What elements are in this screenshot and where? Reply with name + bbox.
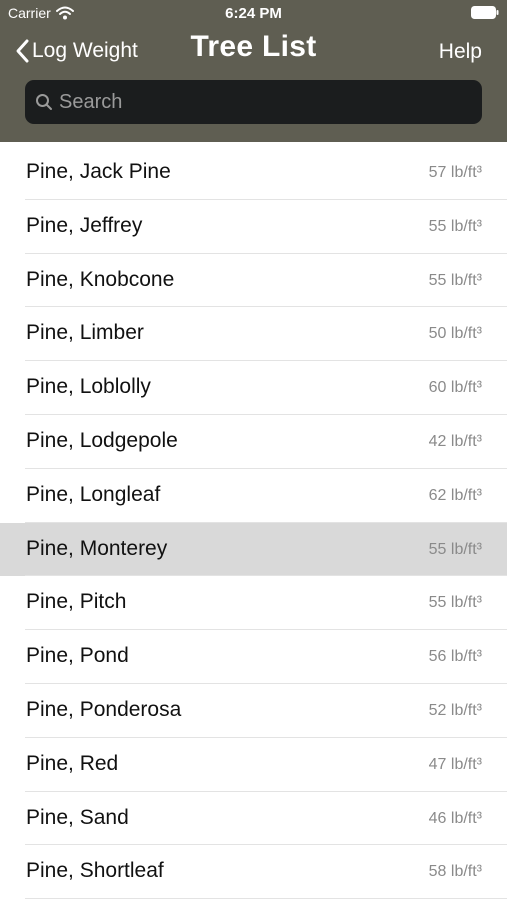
tree-name: Pine, Sand bbox=[26, 805, 129, 829]
tree-density: 50 lb/ft³ bbox=[428, 325, 482, 343]
tree-name: Pine, Limber bbox=[26, 321, 144, 345]
search-input[interactable] bbox=[59, 90, 459, 114]
search-icon bbox=[35, 93, 53, 111]
tree-name: Pine, Monterey bbox=[26, 536, 168, 560]
tree-name: Pine, Shortleaf bbox=[26, 859, 164, 883]
page-title: Tree List bbox=[190, 30, 317, 63]
battery-icon bbox=[471, 6, 499, 19]
tree-density: 52 lb/ft³ bbox=[428, 701, 482, 719]
tree-name: Pine, Lodgepole bbox=[26, 428, 178, 452]
list-item[interactable]: Pine, Jack Pine 57 lb/ft³ bbox=[0, 146, 507, 200]
nav-bar: Log Weight Tree List Help bbox=[0, 28, 507, 76]
tree-name: Pine, Ponderosa bbox=[26, 697, 182, 721]
tree-density: 55 lb/ft³ bbox=[428, 594, 482, 612]
tree-density: 55 lb/ft³ bbox=[428, 271, 482, 289]
tree-density: 55 lb/ft³ bbox=[428, 540, 482, 558]
tree-density: 57 lb/ft³ bbox=[428, 164, 482, 181]
list-item[interactable]: Pine, Sand 46 lb/ft³ bbox=[0, 791, 507, 846]
status-time: 6:24 PM bbox=[225, 5, 282, 22]
list-item[interactable]: Pine, Limber 50 lb/ft³ bbox=[0, 307, 507, 362]
list-item[interactable]: Pine, Knobcone 55 lb/ft³ bbox=[0, 253, 507, 308]
list-item[interactable]: Pine, Shortleaf 58 lb/ft³ bbox=[0, 845, 507, 900]
tree-density: 62 lb/ft³ bbox=[428, 486, 482, 504]
tree-name: Pine, Longleaf bbox=[26, 482, 161, 506]
tree-name: Pine, Red bbox=[26, 751, 119, 775]
tree-list: Pine, Jack Pine 57 lb/ft³ Pine, Jeffrey 55 … bbox=[0, 146, 507, 900]
tree-name: Pine, Pond bbox=[26, 644, 129, 668]
list-item[interactable]: Pine, Ponderosa 52 lb/ft³ bbox=[0, 683, 507, 738]
tree-name: Pine, Knobcone bbox=[26, 267, 175, 291]
list-item[interactable]: Pine, Longleaf 62 lb/ft³ bbox=[0, 468, 507, 523]
list-item[interactable]: Pine, Pond 56 lb/ft³ bbox=[0, 630, 507, 684]
list-item[interactable]: Pine, Monterey 55 lb/ft³ bbox=[0, 522, 507, 577]
list-item[interactable]: Pine, Loblolly 60 lb/ft³ bbox=[0, 361, 507, 415]
status-bar: Carrier 6:24 PM bbox=[0, 0, 507, 28]
tree-density: 58 lb/ft³ bbox=[428, 863, 482, 881]
tree-density: 47 lb/ft³ bbox=[428, 755, 482, 773]
tree-density: 55 lb/ft³ bbox=[428, 217, 482, 235]
help-button[interactable]: Help bbox=[439, 40, 482, 64]
search-bar[interactable] bbox=[25, 80, 482, 124]
tree-density: 60 lb/ft³ bbox=[428, 379, 482, 397]
tree-name: Pine, Jack Pine bbox=[26, 160, 171, 183]
list-item[interactable]: Pine, Pitch 55 lb/ft³ bbox=[0, 576, 507, 631]
tree-density: 56 lb/ft³ bbox=[428, 648, 482, 666]
tree-name: Pine, Loblolly bbox=[26, 375, 151, 399]
list-item[interactable]: Pine, Lodgepole 42 lb/ft³ bbox=[0, 414, 507, 469]
header: Carrier 6:24 PM Log Weight Tree List Hel… bbox=[0, 0, 507, 142]
tree-name: Pine, Jeffrey bbox=[26, 213, 143, 237]
list-item[interactable]: Pine, Jeffrey 55 lb/ft³ bbox=[0, 199, 507, 254]
tree-name: Pine, Pitch bbox=[26, 590, 127, 614]
tree-density: 46 lb/ft³ bbox=[428, 809, 482, 827]
list-item[interactable]: Pine, Red 47 lb/ft³ bbox=[0, 737, 507, 792]
tree-density: 42 lb/ft³ bbox=[428, 432, 482, 450]
